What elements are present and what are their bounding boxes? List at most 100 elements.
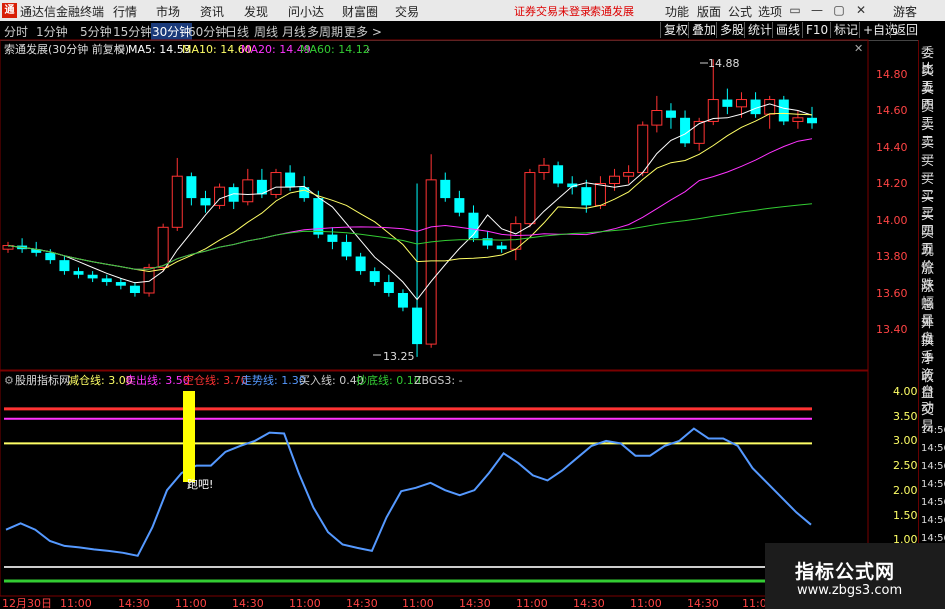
quote-sidebar: 委比 卖五 卖四 卖三 卖二 卖一 买一 买二 买三 买四 买五 现价 涨跌 涨… <box>918 40 945 609</box>
candle-body <box>73 271 84 275</box>
candle-body <box>637 124 649 174</box>
signal-bar <box>183 391 195 482</box>
candle-body <box>341 241 352 257</box>
indicator-settings-icon[interactable]: ⚙ <box>4 374 14 387</box>
candle-body <box>412 307 423 345</box>
ma20-line <box>7 138 813 270</box>
candle-body <box>186 176 197 199</box>
indicator-tick: 4.00 <box>893 385 918 398</box>
candle-body <box>115 282 126 286</box>
trend-line <box>5 427 812 557</box>
indicator-tick: 2.00 <box>893 484 918 497</box>
candle-body <box>45 252 56 261</box>
candle-body <box>792 117 804 122</box>
chevron-right-icon[interactable]: › <box>366 43 370 56</box>
zbgs3-label: ZBGS3: - <box>414 374 463 387</box>
candle-body <box>735 99 747 108</box>
watermark: 指标公式网 www.zbgs3.com <box>765 543 945 609</box>
ma60-line <box>7 203 813 270</box>
candle-body <box>327 234 338 242</box>
candle-body <box>651 110 663 126</box>
price-tick: 13.80 <box>876 250 908 263</box>
candle-body <box>242 179 254 203</box>
indicator-tick: 2.50 <box>893 459 918 472</box>
ma60-label: MA60: 14.12 <box>300 43 370 56</box>
indicator-name[interactable]: 股朋指标网 <box>15 373 70 387</box>
candle-body <box>355 256 366 272</box>
candle-body <box>665 110 676 118</box>
price-tick: 14.40 <box>876 141 908 154</box>
candle-body <box>454 198 465 213</box>
time-tick: 14:30 <box>573 597 605 609</box>
chart-area[interactable]: 索通发展(30分钟 前复权) ⚙ MA5: 14.53 MA10: 14.60 … <box>0 0 918 609</box>
candle-body <box>397 293 408 308</box>
indicator-layer <box>4 407 812 583</box>
moving-averages-layer <box>7 103 813 301</box>
stock-title: 索通发展(30分钟 前复权) <box>4 42 129 56</box>
price-tick: 13.40 <box>876 323 908 336</box>
indicator-tick: 1.50 <box>893 509 918 522</box>
time-tick: 11:00 <box>60 597 92 609</box>
candle-body <box>510 223 522 250</box>
indicator-tick: 3.50 <box>893 410 918 423</box>
candle-body <box>764 99 776 115</box>
time-tick: 11:00 <box>516 597 548 609</box>
time-tick: 14:30 <box>118 597 150 609</box>
candle-body <box>157 226 169 268</box>
candle-body <box>807 117 817 124</box>
candle-body <box>524 172 536 225</box>
candle-body <box>581 187 592 206</box>
candle-body <box>440 179 451 199</box>
candle-body <box>623 172 635 177</box>
price-axis: 14.80 14.60 14.40 14.20 14.00 13.80 13.6… <box>876 68 908 336</box>
bottom-line-label: 抄底线: 0.10 <box>356 373 421 387</box>
candle-body <box>722 99 733 107</box>
time-tick: 11:00 <box>402 597 434 609</box>
time-axis: 12月30日 11:00 14:30 11:00 14:30 11:00 14:… <box>2 597 774 609</box>
reduce-line-label: 减仓线: 3.00 <box>68 373 133 387</box>
candle-body <box>383 282 394 293</box>
price-tick: 14.20 <box>876 177 908 190</box>
candle-body <box>538 164 550 174</box>
side-time: 14:56 <box>921 479 945 490</box>
sell-line-label: 卖出线: 3.50 <box>125 373 190 387</box>
time-tick: 14:30 <box>346 597 378 609</box>
candle-body <box>129 285 140 293</box>
candle-body <box>693 120 705 144</box>
candle-body <box>778 99 789 122</box>
candle-body <box>171 175 183 228</box>
high-price-label: 14.88 <box>708 57 740 70</box>
candle-body <box>609 175 621 184</box>
time-tick: 14:30 <box>459 597 491 609</box>
ma-settings-icon[interactable]: ⚙ <box>116 43 126 56</box>
candle-body <box>594 183 606 206</box>
candle-body <box>285 172 296 188</box>
side-time: 14:56 <box>921 425 945 436</box>
side-time: 14:56 <box>921 515 945 526</box>
low-price-label: 13.25 <box>383 350 415 363</box>
price-tick: 13.60 <box>876 287 908 300</box>
indicator-header: ⚙ 股朋指标网 减仓线: 3.00 卖出线: 3.50 空仓线: 3.70 走势… <box>4 373 463 387</box>
chart-close-icon[interactable]: ✕ <box>854 42 863 55</box>
time-tick: 11:00 <box>289 597 321 609</box>
time-tick: 14:30 <box>232 597 264 609</box>
candle-body <box>101 278 112 283</box>
watermark-title: 指标公式网 <box>795 561 896 583</box>
candle-body <box>369 271 380 283</box>
candle-body <box>553 165 564 184</box>
main-chart-header: 索通发展(30分钟 前复权) ⚙ MA5: 14.53 MA10: 14.60 … <box>4 42 863 56</box>
candle-body <box>270 172 282 195</box>
time-tick: 12月30日 <box>2 597 52 609</box>
candles-layer <box>2 59 817 357</box>
candle-body <box>200 198 211 206</box>
ma10-line <box>7 112 813 273</box>
candle-body <box>680 117 691 144</box>
indicator-tick: 3.00 <box>893 434 918 447</box>
candle-body <box>59 260 70 272</box>
trend-line-label: 走势线: 1.30 <box>241 373 306 387</box>
candle-body <box>496 245 507 250</box>
signal-text: 跑吧! <box>187 477 213 491</box>
empty-line-label: 空仓线: 3.70 <box>183 373 248 387</box>
time-tick: 14:30 <box>687 597 719 609</box>
side-time: 14:56 <box>921 461 945 472</box>
